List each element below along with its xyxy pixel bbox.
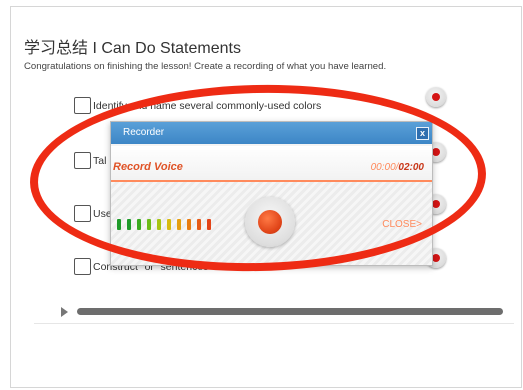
record-statement-button[interactable] [426,87,446,107]
statement-checkbox[interactable] [74,97,91,114]
play-icon[interactable] [61,307,68,317]
record-dot-icon [432,254,440,262]
page-title: 学习总结 I Can Do Statements [24,40,241,57]
record-dot-icon [432,93,440,101]
page-subtitle: Congratulations on finishing the lesson!… [24,61,387,72]
divider [34,323,514,324]
statement-checkbox[interactable] [74,258,91,275]
audio-progress-bar[interactable] [77,308,503,315]
